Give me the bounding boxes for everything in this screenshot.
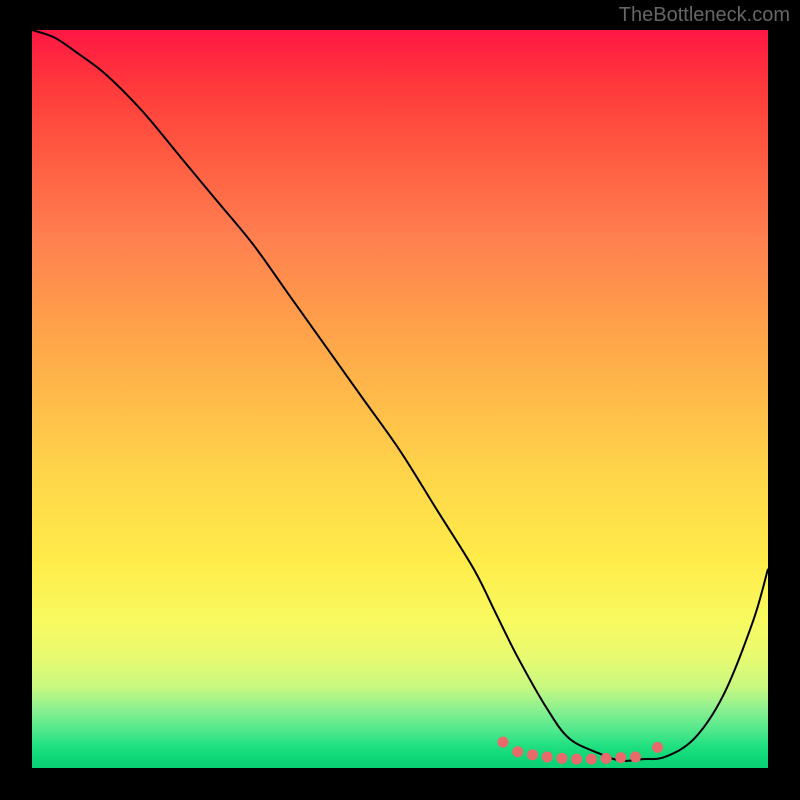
optimal-marker xyxy=(571,754,582,765)
bottleneck-curve-line xyxy=(32,30,768,761)
optimal-range-markers xyxy=(498,737,664,765)
optimal-marker xyxy=(556,753,567,764)
optimal-marker xyxy=(527,749,538,760)
optimal-marker xyxy=(630,751,641,762)
attribution-label: TheBottleneck.com xyxy=(619,4,790,27)
optimal-marker xyxy=(615,752,626,763)
optimal-marker xyxy=(586,754,597,765)
optimal-marker xyxy=(652,742,663,753)
optimal-marker xyxy=(601,753,612,764)
chart-plot-area xyxy=(32,30,768,768)
optimal-marker xyxy=(512,746,523,757)
optimal-marker xyxy=(542,751,553,762)
chart-svg xyxy=(32,30,768,768)
optimal-marker xyxy=(498,737,509,748)
